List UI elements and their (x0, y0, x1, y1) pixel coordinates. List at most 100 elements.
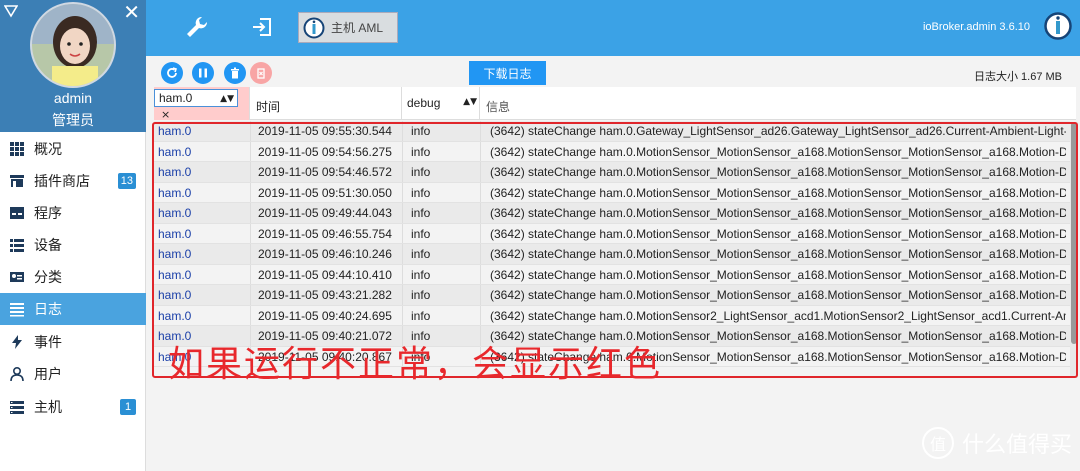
column-divider (250, 264, 251, 284)
download-log-button[interactable]: 下载日志 (469, 61, 546, 85)
table-row[interactable]: ham.0 2019-11-05 09:43:21.282 info (3642) s… (154, 285, 1070, 306)
server-icon (10, 401, 24, 414)
sidebar-item-label: 设备 (34, 237, 62, 253)
column-divider (480, 223, 481, 243)
source-filter-value: ham.0 (159, 91, 193, 105)
message-column-header[interactable]: 信息 (480, 87, 1076, 120)
table-row[interactable]: ham.0 2019-11-05 09:40:24.695 info (3642) s… (154, 305, 1070, 326)
scrollbar-thumb[interactable] (1071, 122, 1077, 344)
sidebar-item-hosts[interactable]: 主机 1 (0, 391, 146, 423)
column-divider (402, 203, 403, 223)
clear-filter-icon[interactable]: × (161, 108, 170, 121)
cell-message: (3642) stateChange ham.0.MotionSensor_Mo… (490, 185, 1066, 200)
log-rows: ham.0 2019-11-05 09:55:30.544 info (3642) s… (154, 121, 1070, 367)
login-icon[interactable] (248, 12, 278, 42)
cell-level: info (411, 185, 431, 200)
cell-message: (3642) stateChange ham.0.MotionSensor_Mo… (490, 165, 1066, 179)
table-row[interactable]: ham.0 2019-11-05 09:54:46.572 info (3642) s… (154, 162, 1070, 183)
column-divider (480, 162, 481, 182)
sidebar-item-label: 概况 (34, 141, 62, 157)
table-row[interactable]: ham.0 2019-11-05 09:51:30.050 info (3642) s… (154, 182, 1070, 203)
watermark: 值 什么值得买 (921, 427, 1072, 459)
cell-source: ham.0 (158, 226, 192, 241)
instances-icon (10, 207, 24, 219)
column-divider (250, 223, 251, 243)
log-size-label: 日志大小 1.67 MB (973, 71, 1062, 83)
source-filter-select[interactable]: ham.0 ▲▼ (154, 89, 238, 107)
list-icon (10, 239, 24, 252)
column-divider (250, 305, 251, 325)
cell-time: 2019-11-05 09:54:46.572 (258, 165, 392, 179)
column-divider (402, 285, 403, 305)
sidebar-item-store[interactable]: 插件商店 13 (0, 165, 146, 197)
level-filter-value: debug (407, 96, 441, 110)
wrench-icon[interactable] (182, 12, 212, 42)
select-arrows-icon: ▲▼ (220, 94, 234, 104)
time-column-header[interactable]: 时间 (250, 87, 402, 120)
version-label: ioBroker.admin 3.6.10 (922, 21, 1030, 33)
cell-time: 2019-11-05 09:51:30.050 (258, 185, 392, 200)
table-row[interactable]: ham.0 2019-11-05 09:49:44.043 info (3642) s… (154, 203, 1070, 224)
refresh-button[interactable] (161, 62, 183, 84)
table-row[interactable]: ham.0 2019-11-05 09:54:56.275 info (3642) s… (154, 141, 1070, 162)
column-divider (250, 182, 251, 202)
cell-source: ham.0 (158, 124, 192, 138)
sidebar-item-objects[interactable]: 设备 (0, 229, 146, 261)
column-divider (480, 141, 481, 161)
column-divider (402, 182, 403, 202)
store-icon (10, 175, 24, 187)
delete-log-button[interactable] (250, 62, 272, 84)
source-column-header: ham.0 ▲▼ × (154, 87, 250, 121)
host-count-badge: 1 (120, 399, 136, 415)
cell-source: ham.0 (158, 288, 192, 302)
log-icon (10, 303, 24, 317)
column-divider (402, 264, 403, 284)
cell-level: info (411, 165, 431, 179)
sidebar-item-label: 主机 (34, 399, 62, 415)
close-icon[interactable]: ✕ (123, 2, 140, 22)
clear-log-button[interactable] (224, 62, 246, 84)
tab-host[interactable]: 主机 AML (298, 12, 398, 43)
sidebar-item-events[interactable]: 事件 (0, 326, 146, 358)
sidebar-item-users[interactable]: 用户 (0, 358, 146, 390)
delete-icon (257, 68, 265, 79)
cell-time: 2019-11-05 09:46:10.246 (258, 247, 392, 261)
table-row[interactable]: ham.0 2019-11-05 09:55:30.544 info (3642) s… (154, 121, 1070, 142)
column-divider (480, 264, 481, 284)
watermark-text: 什么值得买 (961, 433, 1072, 458)
sidebar-item-enums[interactable]: 分类 (0, 261, 146, 293)
sidebar-item-label: 日志 (34, 301, 62, 317)
top-bar: 主机 AML ioBroker.admin 3.6.10 (146, 0, 1080, 56)
sidebar-item-label: 用户 (34, 366, 62, 382)
select-arrows-icon: ▲▼ (463, 97, 477, 107)
cell-source: ham.0 (158, 144, 192, 159)
pause-icon (199, 68, 207, 78)
user-panel: ✕ admin 管理员 (0, 0, 146, 132)
column-divider (250, 285, 251, 305)
level-filter-select[interactable]: debug ▲▼ (407, 96, 477, 112)
cell-message: (3642) stateChange ham.0.MotionSensor_Mo… (490, 288, 1066, 302)
sidebar-item-instances[interactable]: 程序 (0, 197, 146, 229)
column-divider (480, 244, 481, 264)
column-divider (250, 203, 251, 223)
table-row[interactable]: ham.0 2019-11-05 09:46:55.754 info (3642) s… (154, 223, 1070, 244)
cell-source: ham.0 (158, 247, 192, 261)
cell-level: info (411, 267, 431, 282)
log-panel: 下载日志 日志大小 1.67 MB ham.0 ▲▼ × 时间 debug ▲▼… (146, 56, 1080, 471)
table-row[interactable]: ham.0 2019-11-05 09:46:10.246 info (3642) s… (154, 244, 1070, 265)
lightning-icon (12, 335, 22, 349)
menu-toggle-icon[interactable] (4, 4, 18, 18)
cell-time: 2019-11-05 09:43:21.282 (258, 288, 392, 302)
tab-label: 主机 AML (331, 21, 384, 35)
cell-time: 2019-11-05 09:44:10.410 (258, 267, 392, 282)
sidebar-item-overview[interactable]: 概况 (0, 133, 146, 165)
cell-level: info (411, 206, 431, 220)
cell-level: info (411, 288, 431, 302)
table-row[interactable]: ham.0 2019-11-05 09:44:10.410 info (3642) s… (154, 264, 1070, 285)
sidebar: ✕ admin 管理员 概况 插件商店 13 程序 设备 分类 日志 事件 用户… (0, 0, 146, 471)
column-divider (250, 244, 251, 264)
sidebar-item-log[interactable]: 日志 (0, 293, 146, 325)
column-divider (402, 121, 403, 141)
cell-message: (3642) stateChange ham.0.Gateway_LightSe… (490, 124, 1066, 138)
pause-button[interactable] (192, 62, 214, 84)
